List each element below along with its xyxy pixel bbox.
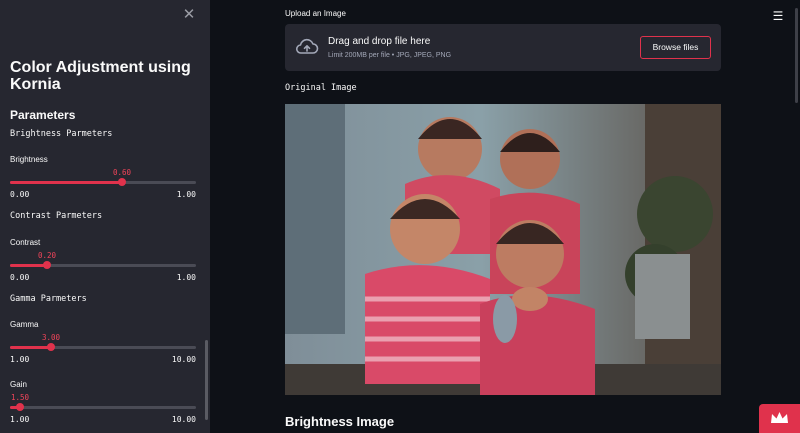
- brightness-label: Brightness: [10, 155, 48, 164]
- brightness-slider-value: 0.60: [112, 168, 132, 177]
- hamburger-menu-icon[interactable]: ☰: [771, 9, 785, 23]
- brightness-slider-track[interactable]: [10, 181, 196, 184]
- contrast-slider-fill: [10, 264, 47, 267]
- original-image: [285, 104, 721, 395]
- gamma-slider-thumb[interactable]: [47, 343, 55, 351]
- gain-slider-value: 1.50: [10, 393, 30, 402]
- cloud-upload-icon: [295, 38, 319, 54]
- browse-files-button[interactable]: Browse files: [640, 36, 711, 59]
- brightness-slider-max: 1.00: [176, 190, 196, 199]
- gain-label: Gain: [10, 380, 27, 389]
- sidebar-title: Color Adjustment using Kornia: [10, 59, 191, 93]
- brightness-slider-thumb[interactable]: [118, 178, 126, 186]
- gamma-slider[interactable]: 3.00 1.00 10.00: [10, 333, 196, 373]
- gamma-label: Gamma: [10, 320, 39, 329]
- contrast-slider-min: 0.00: [10, 273, 30, 282]
- contrast-section-label: Contrast Parmeters: [10, 211, 103, 221]
- contrast-slider-value: 0.20: [37, 251, 57, 260]
- contrast-slider-thumb[interactable]: [43, 261, 51, 269]
- sidebar-scrollbar[interactable]: [205, 340, 208, 420]
- gain-slider-min: 1.00: [10, 415, 30, 424]
- brightness-image-heading: Brightness Image: [285, 414, 395, 429]
- gamma-slider-value: 3.00: [41, 333, 61, 342]
- contrast-slider-max: 1.00: [176, 273, 196, 282]
- gain-slider-max: 10.00: [171, 415, 196, 424]
- gamma-slider-fill: [10, 346, 51, 349]
- gamma-slider-track[interactable]: [10, 346, 196, 349]
- brightness-slider[interactable]: 0.60 0.00 1.00: [10, 168, 196, 208]
- upload-label: Upload an Image: [285, 9, 346, 18]
- gamma-section-label: Gamma Parmeters: [10, 294, 87, 304]
- contrast-slider-track[interactable]: [10, 264, 196, 267]
- contrast-label: Contrast: [10, 238, 41, 247]
- original-image-label: Original Image: [285, 83, 357, 93]
- crown-icon[interactable]: [759, 404, 800, 433]
- parameters-heading: Parameters: [10, 108, 76, 122]
- gain-slider-thumb[interactable]: [16, 403, 24, 411]
- brightness-slider-fill: [10, 181, 122, 184]
- contrast-slider[interactable]: 0.20 0.00 1.00: [10, 251, 196, 291]
- main-scrollbar[interactable]: [795, 8, 798, 103]
- children-photo: [285, 104, 721, 395]
- gamma-slider-min: 1.00: [10, 355, 30, 364]
- gamma-slider-max: 10.00: [171, 355, 196, 364]
- file-dropzone[interactable]: Drag and drop file here Limit 200MB per …: [285, 24, 721, 71]
- gain-slider[interactable]: 1.50 1.00 10.00: [10, 393, 196, 433]
- dropzone-limits: Limit 200MB per file • JPG, JPEG, PNG: [328, 52, 452, 59]
- brightness-section-label: Brightness Parmeters: [10, 129, 113, 139]
- brightness-slider-min: 0.00: [10, 190, 30, 199]
- sidebar: ✕ Color Adjustment using Kornia Paramete…: [0, 0, 210, 433]
- dropzone-instructions: Drag and drop file here: [328, 36, 431, 47]
- gain-slider-track[interactable]: [10, 406, 196, 409]
- close-icon[interactable]: ✕: [182, 6, 196, 24]
